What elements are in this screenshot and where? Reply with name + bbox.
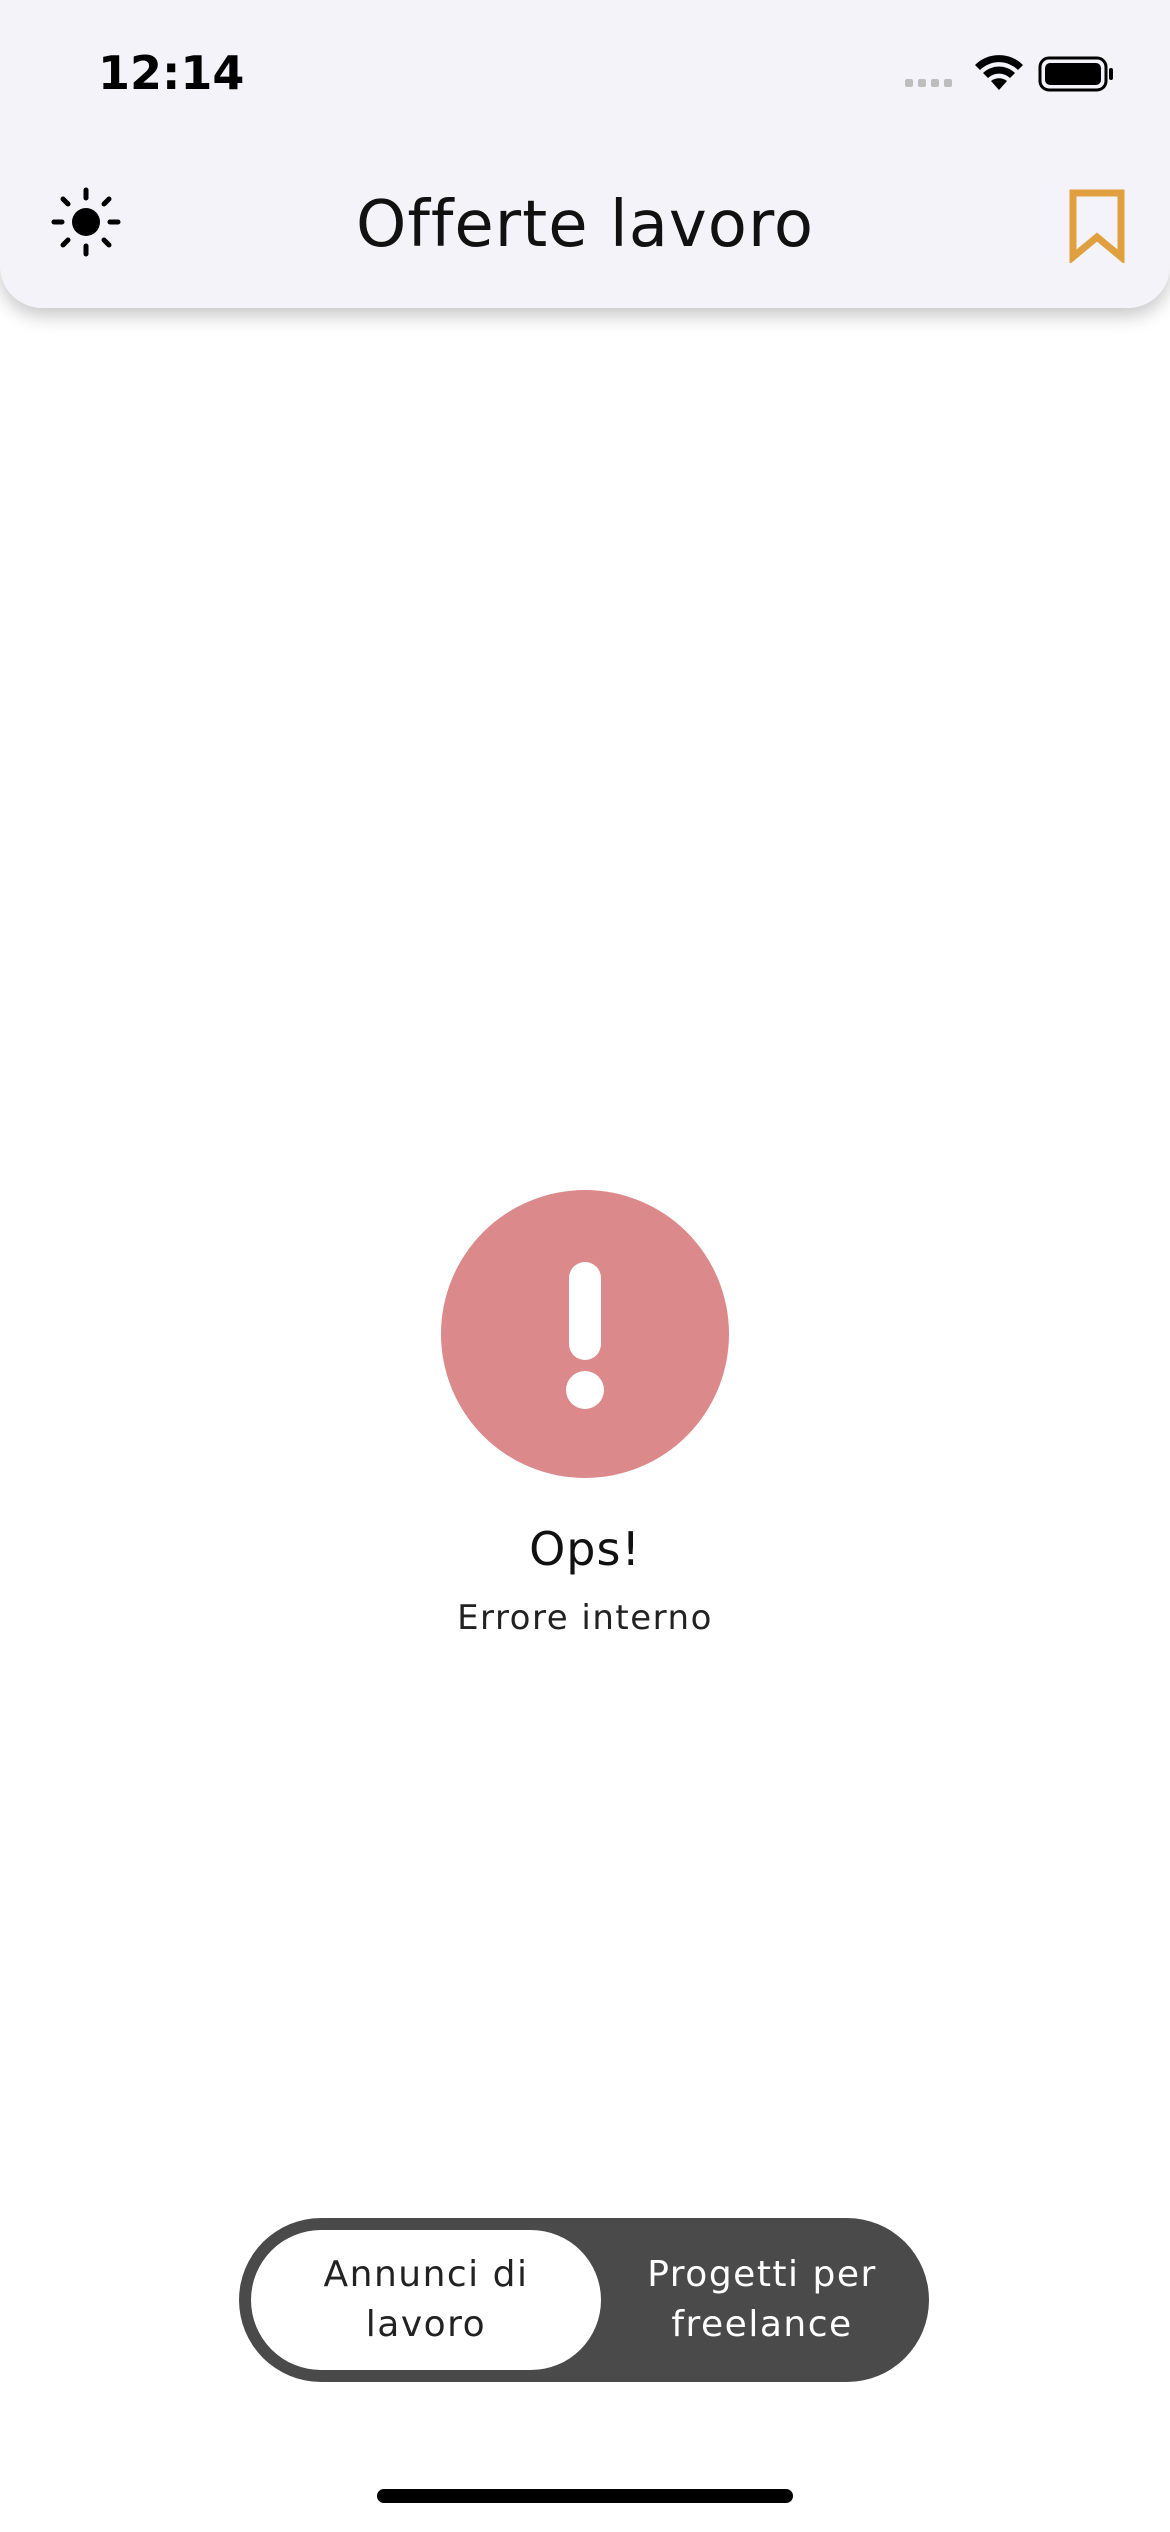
bookmark-icon (1069, 189, 1125, 263)
segment-freelance-projects[interactable]: Progetti per freelance (595, 2218, 929, 2382)
error-badge (441, 1190, 729, 1478)
status-bar: 12:14 (0, 0, 1170, 140)
navigation-bar: Offerte lavoro (0, 160, 1170, 290)
theme-toggle-button[interactable] (48, 184, 124, 260)
sun-icon (51, 187, 121, 257)
wifi-icon (975, 55, 1023, 90)
home-indicator[interactable] (377, 2489, 793, 2503)
exclamation-icon (566, 1262, 604, 1409)
segment-label: Progetti per freelance (647, 2254, 877, 2345)
cellular-signal-icon (905, 79, 952, 87)
page-title: Offerte lavoro (355, 188, 815, 262)
bookmarks-button[interactable] (1062, 186, 1132, 266)
battery-icon (1038, 56, 1113, 92)
error-message: Errore interno (457, 1598, 713, 1638)
app-header: 12:14 Offerte lavoro (0, 0, 1170, 308)
error-title: Ops! (529, 1522, 641, 1576)
segment-label: Annunci di lavoro (323, 2254, 529, 2345)
error-state: Ops! Errore interno (0, 1190, 1170, 1638)
status-icons (905, 52, 1115, 96)
segment-job-listings[interactable]: Annunci di lavoro (251, 2230, 601, 2370)
status-time: 12:14 (98, 46, 245, 100)
segmented-control: Annunci di lavoro Progetti per freelance (239, 2218, 929, 2382)
